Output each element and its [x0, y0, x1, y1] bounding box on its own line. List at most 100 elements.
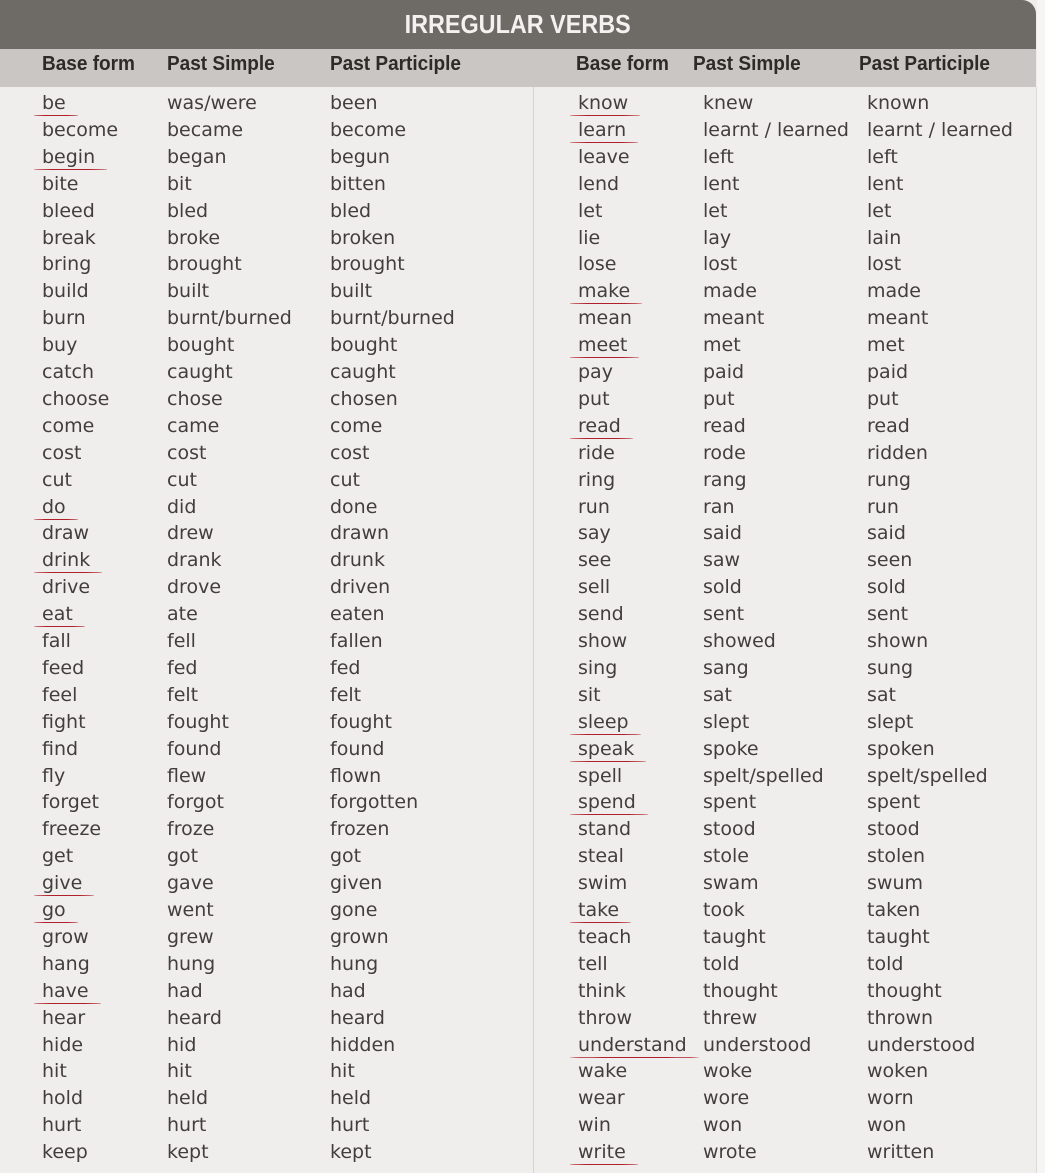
verb-base: draw: [42, 522, 90, 545]
verb-participle: spelt/spelled: [867, 764, 988, 787]
verb-base: cut: [42, 468, 72, 491]
verb-past: bought: [167, 334, 235, 357]
verb-participle: sent: [867, 603, 909, 626]
verb-participle: known: [867, 92, 930, 114]
verb-participle: hidden: [330, 1033, 396, 1056]
verb-past: caught: [167, 361, 233, 383]
verb-base: take: [578, 899, 620, 921]
verb-base: put: [578, 387, 610, 410]
verb-past: understood: [703, 1033, 812, 1056]
verb-past: became: [167, 118, 244, 141]
verb-base: buy: [42, 334, 78, 357]
verb-past: met: [703, 334, 741, 357]
verb-base: ride: [578, 441, 615, 464]
verb-base: teach: [578, 925, 632, 948]
verb-past: left: [703, 145, 734, 168]
verb-base: sleep: [578, 710, 629, 733]
verb-participle: stolen: [867, 845, 925, 868]
verb-participle: understood: [867, 1033, 976, 1056]
verb-participle: ridden: [867, 441, 928, 464]
verb-row: feed fed fed: [0, 655, 532, 681]
verb-participle: woken: [867, 1060, 929, 1083]
verb-participle: been: [330, 92, 378, 114]
verb-row: be was/were been: [0, 90, 532, 116]
verb-row: begin began begun: [0, 144, 532, 170]
verb-participle: spoken: [867, 737, 935, 760]
verb-participle: taken: [867, 899, 921, 921]
verb-past: lay: [703, 226, 732, 249]
verb-base: bring: [42, 253, 92, 276]
verb-past: swam: [703, 872, 759, 895]
verb-past: got: [167, 845, 199, 868]
verb-base: understand: [578, 1033, 687, 1056]
verb-base: break: [42, 226, 96, 249]
verb-participle: hung: [330, 952, 379, 975]
verb-base: hit: [42, 1060, 67, 1083]
verb-row: know knew known: [534, 90, 1036, 116]
verb-participle: bought: [330, 334, 398, 357]
verb-past: thought: [703, 979, 778, 1002]
verb-row: feel felt felt: [0, 682, 532, 708]
verb-participle: taught: [867, 925, 930, 948]
verb-past: slept: [703, 710, 750, 733]
verb-row: learn learnt / learned learnt / learned: [534, 117, 1036, 143]
red-underline: [34, 1002, 101, 1004]
verb-past: cut: [167, 468, 197, 491]
verb-past: made: [703, 280, 757, 303]
verb-row: sell sold sold: [534, 574, 1036, 600]
verb-base: grow: [42, 925, 89, 948]
verb-row: tell told told: [534, 951, 1036, 977]
verb-past: rang: [703, 468, 747, 491]
verb-base: stand: [578, 818, 632, 841]
verb-row: come came come: [0, 413, 532, 439]
verb-participle: fought: [330, 710, 392, 733]
verb-base: feed: [42, 656, 85, 679]
page-title: IRREGULAR VERBS: [404, 9, 632, 39]
verb-participle: read: [867, 414, 910, 437]
red-underline: [570, 733, 641, 735]
verb-past: began: [167, 145, 227, 168]
verb-past: hurt: [167, 1114, 207, 1137]
verb-base: spell: [578, 764, 623, 787]
verb-participle: had: [330, 979, 366, 1002]
verb-row: hit hit hit: [0, 1058, 532, 1084]
verb-participle: put: [867, 387, 899, 410]
verb-past: let: [703, 199, 728, 222]
verb-participle: caught: [330, 361, 396, 383]
verb-past: saw: [703, 549, 741, 572]
red-underline: [34, 518, 78, 520]
verb-base: become: [42, 118, 119, 141]
verb-base: hurt: [42, 1114, 82, 1137]
verb-row: break broke broken: [0, 225, 532, 251]
verb-base: run: [578, 495, 610, 518]
verb-base: sing: [578, 656, 618, 679]
verb-past: ate: [167, 603, 198, 626]
verb-row: win won won: [534, 1112, 1036, 1138]
header-base-form-left: Base form: [42, 53, 135, 75]
verb-participle: felt: [330, 683, 362, 706]
verb-table-left: be was/were been become became become begin beg…: [0, 87, 532, 1173]
verb-participle: spent: [867, 791, 921, 814]
verb-base: show: [578, 630, 628, 652]
verb-row: lie lay lain: [534, 225, 1036, 251]
verb-past: put: [703, 387, 735, 410]
verb-row: sing sang sung: [534, 655, 1036, 681]
verb-participle: become: [330, 118, 407, 141]
verb-row: hold held held: [0, 1085, 532, 1111]
verb-participle: done: [330, 495, 378, 518]
verb-row: ride rode ridden: [534, 440, 1036, 466]
verb-past: held: [167, 1087, 209, 1110]
red-underline: [34, 115, 78, 116]
verb-participle: slept: [867, 710, 914, 733]
verb-row: let let let: [534, 198, 1036, 224]
verb-base: be: [42, 92, 66, 114]
verb-past: broke: [167, 226, 221, 249]
verb-participle: built: [330, 280, 373, 303]
verb-past: meant: [703, 307, 765, 330]
verb-past: fell: [167, 630, 196, 652]
verb-past: lent: [703, 172, 740, 195]
verb-row: think thought thought: [534, 978, 1036, 1004]
verb-participle: grown: [330, 925, 389, 948]
verb-row: build built built: [0, 278, 532, 304]
verb-row: bite bit bitten: [0, 171, 532, 197]
